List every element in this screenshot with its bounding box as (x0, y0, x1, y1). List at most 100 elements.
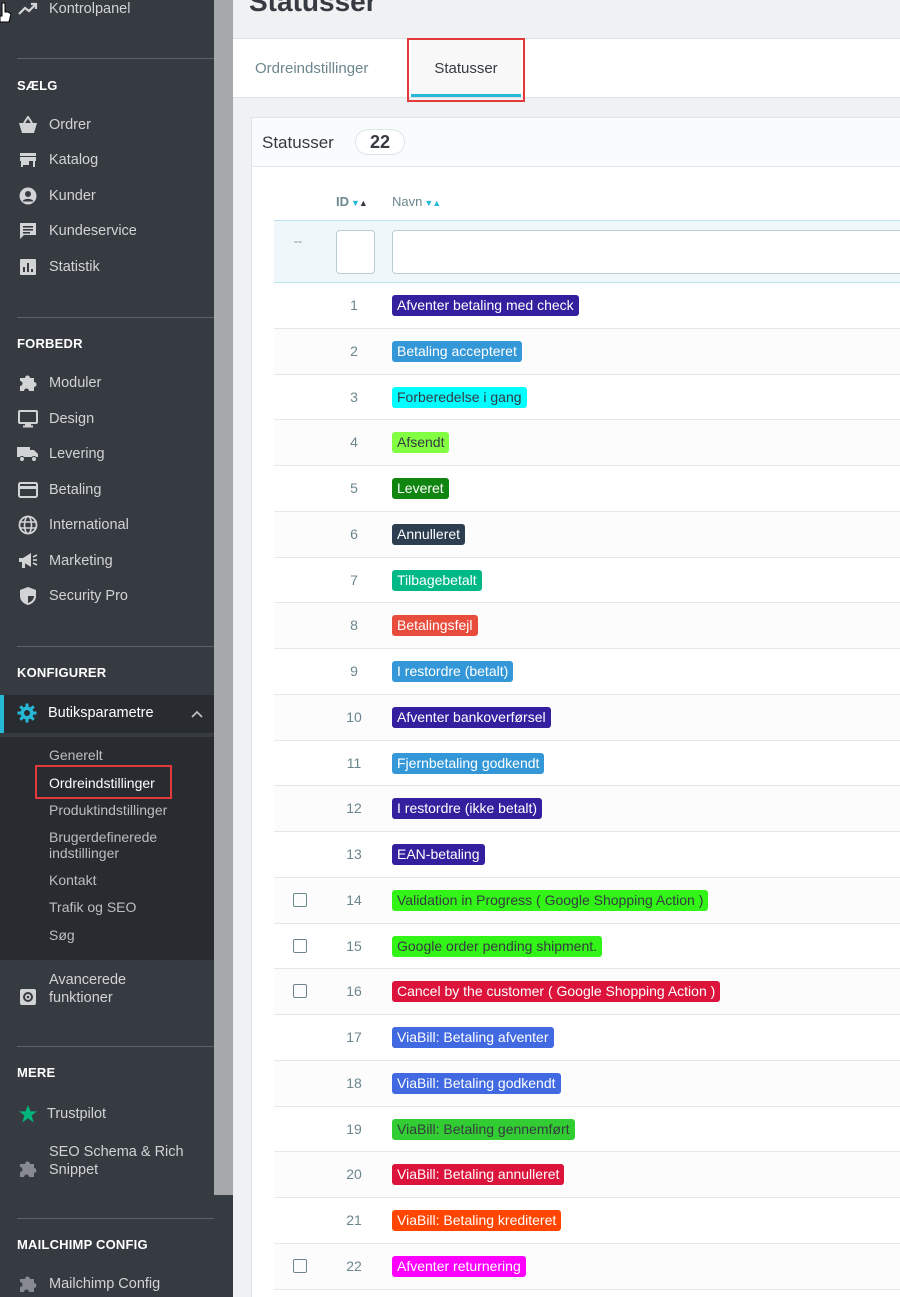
sidebar-item-ordrer[interactable]: Ordrer (0, 108, 214, 142)
sidebar-item-security-pro[interactable]: Security Pro (0, 579, 214, 613)
truck-icon (17, 443, 39, 465)
table-body: 1 Afventer betaling med check 2 Betaling a… (274, 283, 900, 1290)
row-checkbox[interactable] (293, 984, 307, 999)
status-badge[interactable]: ViaBill: Betaling gennemført (392, 1118, 575, 1140)
sidebar-item-design[interactable]: Design (0, 402, 214, 436)
table-row: 21 ViaBill: Betaling krediteret (274, 1198, 900, 1244)
sidebar-item-seo-schema[interactable]: SEO Schema & Rich Snippet (0, 1142, 214, 1180)
filter-name-input[interactable] (392, 230, 900, 274)
sidebar-item-kundeservice[interactable]: Kundeservice (0, 214, 214, 248)
status-badge[interactable]: Forberedelse i gang (392, 386, 527, 408)
status-badge[interactable]: Afventer returnering (392, 1255, 526, 1277)
submenu-item-generelt[interactable]: Generelt (49, 747, 103, 763)
submenu-item-kontakt[interactable]: Kontakt (49, 872, 96, 888)
table-row: 6 Annulleret (274, 511, 900, 558)
section-title-saelg: SÆLG (17, 78, 58, 93)
table-row: 13 EAN-betaling (274, 832, 900, 878)
sort-arrows-icon[interactable]: ▼▲ (351, 198, 368, 208)
sidebar-item-katalog[interactable]: Katalog (0, 143, 214, 177)
status-badge[interactable]: Fjernbetaling godkendt (392, 752, 545, 774)
row-id: 10 (346, 708, 362, 725)
status-badge[interactable]: Afsendt (392, 432, 450, 454)
row-checkbox[interactable] (293, 1258, 307, 1273)
row-id: 9 (350, 663, 358, 679)
status-badge[interactable]: ViaBill: Betaling godkendt (392, 1072, 561, 1094)
gear-icon (17, 703, 37, 728)
sidebar-scrollbar[interactable] (214, 0, 233, 1297)
table-row: 22 Afventer returnering (274, 1243, 900, 1290)
chat-icon (17, 220, 39, 242)
row-id: 17 (346, 1029, 362, 1045)
table-row: 14 Validation in Progress ( Google Shoppi… (274, 877, 900, 924)
panel-title: Statusser (262, 133, 334, 152)
megaphone-icon (17, 550, 39, 572)
sort-arrows-icon[interactable]: ▼▲ (424, 198, 441, 208)
row-id: 12 (346, 800, 362, 817)
highlight-box (35, 765, 172, 799)
table-row: 9 I restordre (betalt) (274, 649, 900, 695)
filter-id-input[interactable] (336, 230, 375, 274)
count-badge: 22 (355, 129, 406, 155)
submenu-item-produktindstillinger[interactable]: Produktindstillinger (49, 802, 167, 818)
row-checkbox[interactable] (293, 938, 307, 953)
sidebar-item-moduler[interactable]: Moduler (0, 366, 214, 400)
status-badge[interactable]: Afventer betaling med check (392, 295, 579, 316)
bar-chart-icon (17, 256, 39, 278)
status-badge[interactable]: Cancel by the customer ( Google Shopping… (392, 981, 721, 1003)
status-badge[interactable]: ViaBill: Betaling annulleret (392, 1164, 565, 1186)
row-id: 7 (350, 571, 358, 588)
table-header: ID ▼▲ Navn ▼▲ (274, 188, 900, 218)
scrollbar-thumb[interactable] (214, 0, 233, 1195)
status-badge[interactable]: I restordre (ikke betalt) (392, 798, 543, 820)
sidebar: Kontrolpanel SÆLG Ordrer Katalog Kunder … (0, 0, 214, 1297)
submenu-item-trafik-og-seo[interactable]: Trafik og SEO (49, 899, 136, 915)
column-header-id[interactable]: ID ▼▲ (336, 194, 368, 209)
highlight-box (407, 38, 525, 102)
active-indicator (0, 695, 4, 733)
sidebar-item-kontrolpanel[interactable]: Kontrolpanel (0, 0, 214, 26)
row-id: 13 (346, 846, 362, 862)
sidebar-item-marketing[interactable]: Marketing (0, 544, 214, 578)
desktop-icon (17, 408, 39, 430)
row-checkbox[interactable] (293, 892, 307, 907)
sidebar-item-kunder[interactable]: Kunder (0, 179, 214, 213)
status-badge[interactable]: Validation in Progress ( Google Shopping… (392, 889, 709, 911)
row-id: 6 (350, 525, 358, 542)
status-badge[interactable]: ViaBill: Betaling krediteret (392, 1210, 562, 1231)
sidebar-item-trustpilot[interactable]: Trustpilot (0, 1097, 214, 1131)
status-badge[interactable]: Betaling accepteret (392, 340, 522, 362)
table-row: 4 Afsendt (274, 420, 900, 466)
tab-ordreindstillinger[interactable]: Ordreindstillinger (255, 39, 368, 97)
status-badge[interactable]: Google order pending shipment. (392, 935, 603, 957)
sidebar-item-butiksparametre[interactable]: Butiksparametre (0, 695, 214, 733)
status-badge[interactable]: ViaBill: Betaling afventer (392, 1027, 554, 1048)
table-row: 11 Fjernbetaling godkendt (274, 741, 900, 787)
sidebar-item-betaling[interactable]: Betaling (0, 473, 214, 507)
mouse-pointer-icon (0, 2, 12, 29)
sidebar-divider (17, 646, 214, 647)
panel-header: Statusser 22 (252, 118, 900, 167)
submenu-item-soeg[interactable]: Søg (49, 927, 75, 943)
status-badge[interactable]: Annulleret (392, 523, 466, 545)
sidebar-item-avancerede-funktioner[interactable]: Avancerede funktioner (0, 970, 214, 1008)
row-id: 16 (346, 983, 362, 1000)
submenu-item-brugerdefinerede[interactable]: Brugerdefinerede indstillinger (49, 829, 189, 861)
table-row: 5 Leveret (274, 466, 900, 512)
filter-placeholder: -- (294, 234, 302, 248)
sidebar-item-statistik[interactable]: Statistik (0, 250, 214, 284)
status-badge[interactable]: Leveret (392, 478, 449, 499)
status-badge[interactable]: Afventer bankoverførsel (392, 706, 551, 728)
account-icon (17, 185, 39, 207)
row-id: 19 (346, 1120, 362, 1137)
column-header-navn[interactable]: Navn ▼▲ (392, 194, 441, 209)
table-row: 12 I restordre (ikke betalt) (274, 786, 900, 832)
status-badge[interactable]: I restordre (betalt) (392, 661, 514, 682)
status-badge[interactable]: EAN-betaling (392, 844, 485, 865)
sidebar-item-international[interactable]: International (0, 508, 214, 542)
status-badge[interactable]: Tilbagebetalt (392, 569, 482, 591)
table-row: 18 ViaBill: Betaling godkendt (274, 1060, 900, 1107)
status-badge[interactable]: Betalingsfejl (392, 615, 478, 637)
sidebar-item-mailchimp-config[interactable]: Mailchimp Config (0, 1267, 214, 1297)
statuses-panel: Statusser 22 ID ▼▲ Navn ▼▲ -- 1 Afventer be… (251, 117, 900, 1297)
sidebar-item-levering[interactable]: Levering (0, 437, 214, 471)
